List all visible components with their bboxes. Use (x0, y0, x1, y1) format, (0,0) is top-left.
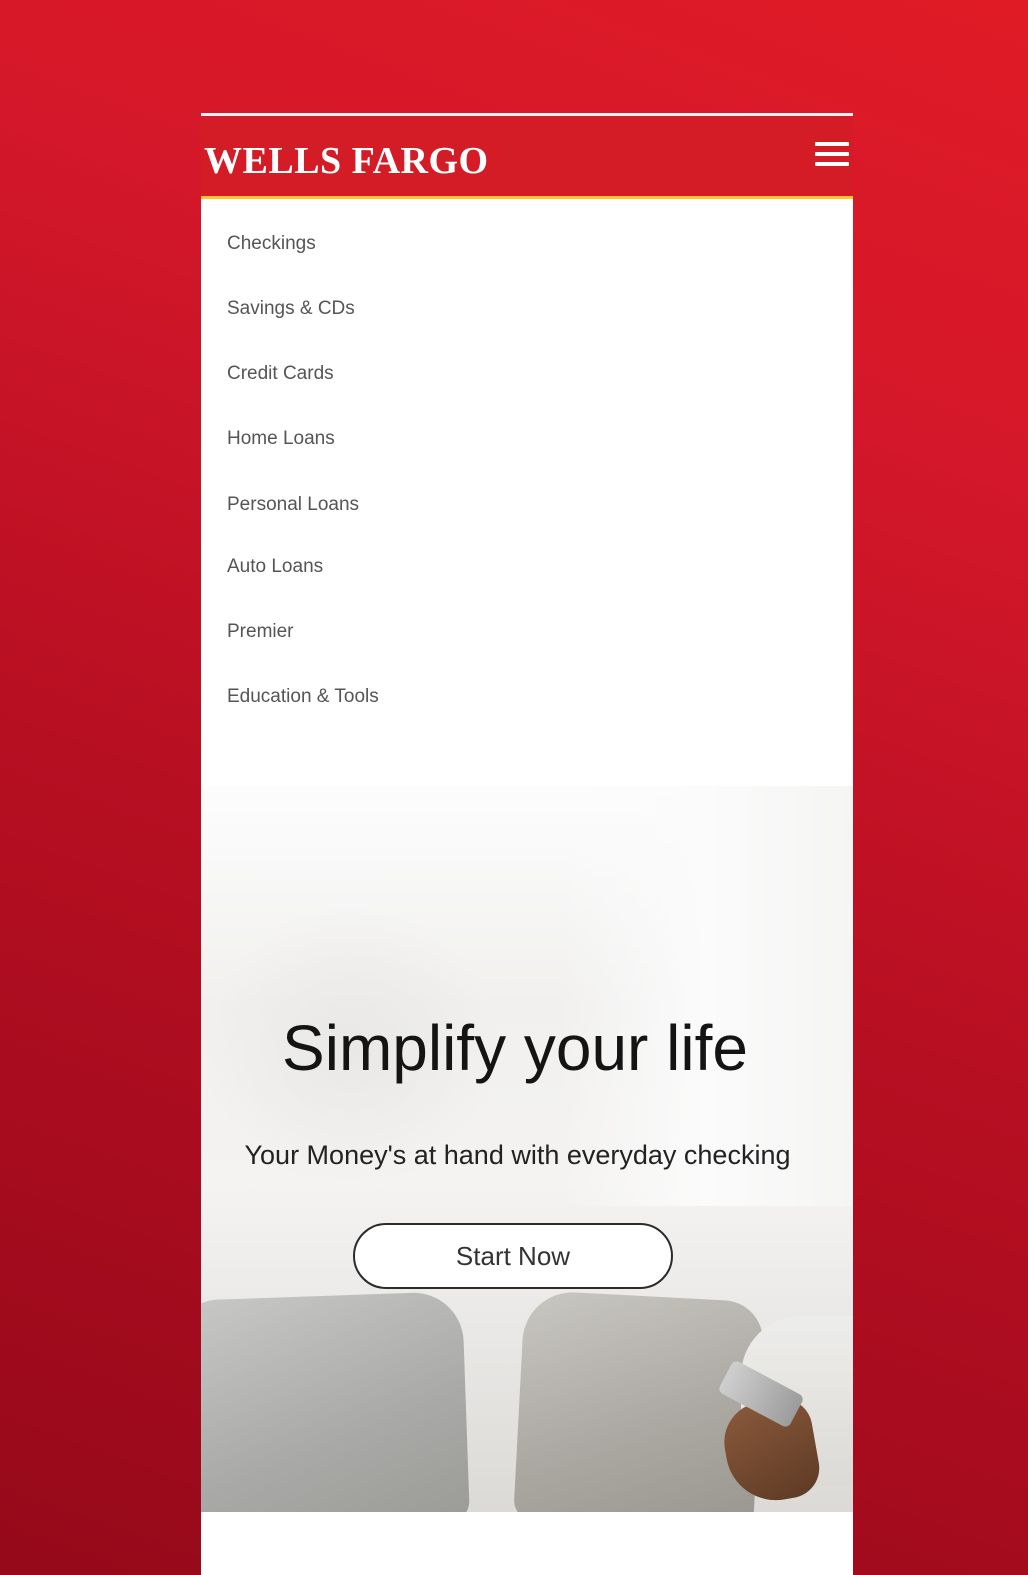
sofa-pillow-image (513, 1289, 765, 1512)
nav-item-credit-cards[interactable]: Credit Cards (227, 363, 334, 385)
nav-item-auto-loans[interactable]: Auto Loans (227, 556, 323, 578)
hamburger-menu-icon[interactable] (815, 142, 849, 172)
page-bottom-strip (201, 1512, 853, 1575)
mobile-page: WELLS FARGO Checkings Savings & CDs Cred… (201, 113, 853, 1575)
site-header: WELLS FARGO (201, 113, 853, 199)
nav-item-premier[interactable]: Premier (227, 621, 294, 643)
nav-item-savings-cds[interactable]: Savings & CDs (227, 298, 355, 320)
nav-item-education-tools[interactable]: Education & Tools (227, 686, 379, 708)
sofa-pillow-image (201, 1291, 470, 1512)
hero-banner: Simplify your life Your Money's at hand … (201, 786, 853, 1512)
hero-title: Simplify your life (282, 1012, 748, 1084)
hero-subtitle: Your Money's at hand with everyday check… (244, 1140, 791, 1170)
header-accent-stripe (201, 196, 853, 199)
nav-item-personal-loans[interactable]: Personal Loans (227, 494, 359, 516)
brand-logo[interactable]: WELLS FARGO (204, 139, 489, 183)
nav-item-checkings[interactable]: Checkings (227, 233, 316, 255)
nav-item-home-loans[interactable]: Home Loans (227, 428, 335, 450)
start-now-button[interactable]: Start Now (353, 1223, 673, 1289)
